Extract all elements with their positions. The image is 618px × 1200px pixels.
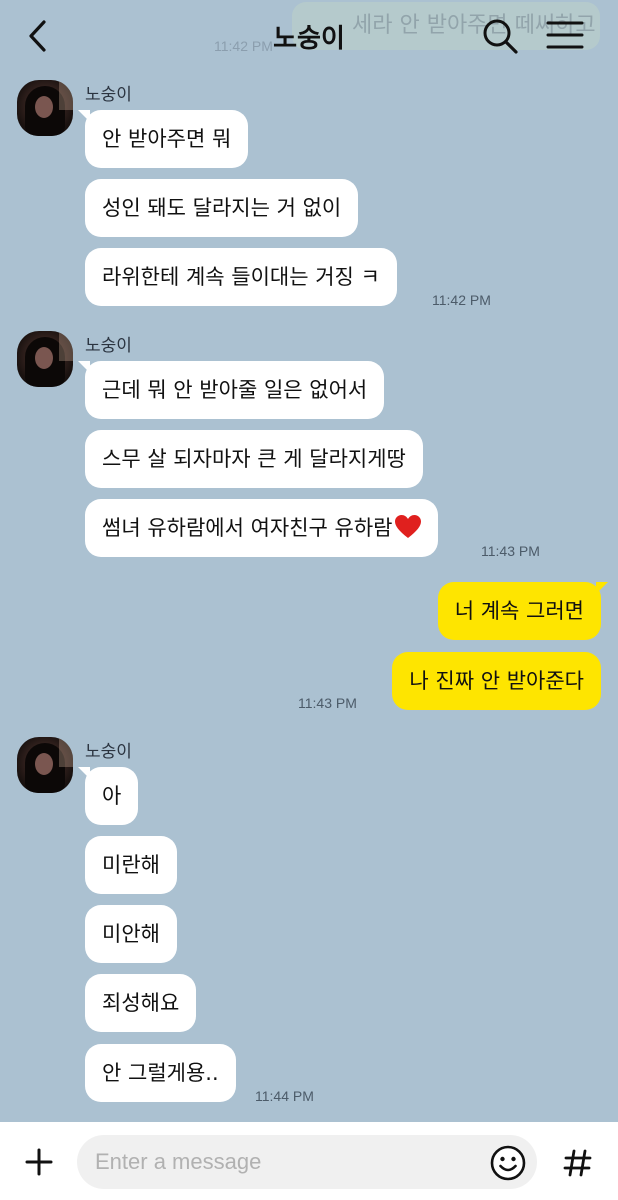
message-bubble[interactable]: 근데 뭐 안 받아줄 일은 없어서 <box>77 361 385 419</box>
message-bubble[interactable]: 안 받아주면 뭐 <box>77 110 249 168</box>
emoji-smile-icon <box>490 1145 526 1181</box>
message-time: 11:43 PM <box>481 543 540 559</box>
message-bubble[interactable]: 스무 살 되자마자 큰 게 달라지게땅 <box>85 430 423 488</box>
message-bubble[interactable]: 안 그럴게용.. <box>85 1044 236 1102</box>
hashtag-button[interactable] <box>555 1140 601 1186</box>
menu-button[interactable] <box>546 18 584 52</box>
sender-name: 노숭이 <box>85 336 132 356</box>
message-bubble[interactable]: 미안해 <box>85 905 177 963</box>
plus-icon <box>25 1148 53 1176</box>
message-time: 11:44 PM <box>255 1088 314 1104</box>
my-message-bubble[interactable]: 너 계속 그러면 <box>437 582 609 640</box>
message-bubble[interactable]: 라위한테 계속 들이대는 거징 ㅋ <box>85 248 397 306</box>
message-bubble[interactable]: 미란해 <box>85 836 177 894</box>
message-text: 썸녀 유하람에서 여자친구 유하람 <box>102 516 393 540</box>
message-input[interactable] <box>77 1135 537 1189</box>
message-bubble[interactable]: 죄성해요 <box>85 974 197 1032</box>
avatar[interactable] <box>17 331 73 387</box>
my-message-bubble[interactable]: 나 진짜 안 받아준다 <box>392 652 601 710</box>
message-bubble[interactable]: 아 <box>77 767 139 825</box>
avatar[interactable] <box>17 80 73 136</box>
avatar[interactable] <box>17 737 73 793</box>
message-bubble[interactable]: 성인 돼도 달라지는 거 없이 <box>85 179 359 237</box>
red-heart-icon <box>394 515 421 538</box>
emoji-button[interactable] <box>489 1144 527 1182</box>
message-time: 11:42 PM <box>432 292 491 308</box>
sender-name: 노숭이 <box>85 742 132 762</box>
search-icon <box>483 19 518 54</box>
chat-header: 세라 안 받아주면 떼써하고 11:42 PM 노숭이 <box>0 0 618 76</box>
message-bubble[interactable]: 썸녀 유하람에서 여자친구 유하람 <box>85 499 438 557</box>
hamburger-menu-icon <box>546 21 584 49</box>
chat-title: 노숭이 <box>273 24 345 54</box>
sender-name: 노숭이 <box>85 85 132 105</box>
message-input-bar <box>0 1122 618 1200</box>
message-time: 11:43 PM <box>298 695 357 711</box>
attach-button[interactable] <box>17 1140 61 1184</box>
hashtag-icon <box>563 1149 592 1177</box>
search-button[interactable] <box>480 16 520 56</box>
